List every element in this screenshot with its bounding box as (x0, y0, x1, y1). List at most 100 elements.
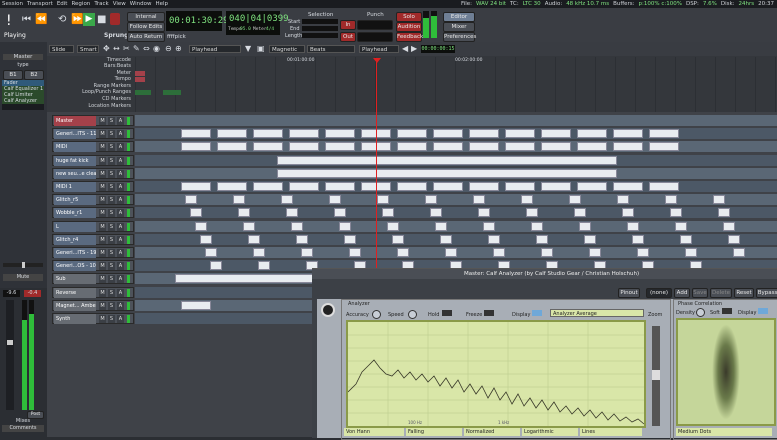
region[interactable] (339, 221, 351, 231)
power-knob[interactable] (321, 303, 335, 317)
loop-range[interactable] (135, 90, 151, 95)
menu-window[interactable]: Window (130, 0, 152, 8)
region[interactable] (541, 142, 571, 152)
track-lane[interactable] (135, 247, 777, 258)
track-name[interactable]: Master (54, 116, 96, 126)
menu-session[interactable]: Session (2, 0, 23, 8)
track-header[interactable]: Glitch_r5 M S A (52, 194, 134, 206)
region[interactable] (334, 208, 346, 218)
phase-mode-select[interactable]: Medium Dots (676, 428, 772, 436)
automation-track-button[interactable]: A (117, 235, 124, 244)
comments-button[interactable]: Comments (2, 425, 44, 432)
region[interactable] (541, 129, 571, 139)
region[interactable] (649, 129, 679, 139)
track-header[interactable]: MIDI 1MSA (52, 181, 134, 192)
region[interactable] (253, 248, 265, 257)
region[interactable] (680, 234, 692, 244)
region[interactable] (289, 142, 319, 152)
track-lane[interactable] (135, 154, 777, 166)
display-toggle[interactable] (532, 310, 542, 316)
region[interactable] (574, 208, 586, 218)
track-name[interactable]: L (54, 221, 96, 232)
region[interactable] (217, 129, 247, 139)
track-name[interactable]: new seu...e clean (54, 168, 96, 179)
region[interactable] (195, 221, 207, 231)
solo-track-button[interactable]: S (108, 156, 115, 165)
region[interactable] (253, 182, 283, 191)
solo-track-button[interactable]: S (108, 315, 115, 323)
add-preset-button[interactable]: Add (674, 288, 690, 298)
track-header[interactable]: Master M S A (52, 115, 134, 126)
reset-button[interactable]: Reset (734, 288, 754, 298)
menu-region[interactable]: Region (71, 0, 90, 8)
solo-track-button[interactable]: S (108, 222, 115, 231)
accuracy-knob[interactable] (372, 310, 381, 319)
mute-track-button[interactable]: M (99, 235, 106, 244)
editor-button[interactable]: Editor (443, 12, 475, 22)
track-header[interactable]: Generi...OS - 10 M S A (52, 260, 134, 272)
region[interactable] (469, 142, 499, 152)
region[interactable] (377, 195, 389, 205)
phase-display[interactable] (676, 318, 776, 426)
mute-track-button[interactable]: M (99, 315, 106, 323)
mute-track-button[interactable]: M (99, 143, 106, 152)
follow-edits-button[interactable]: Follow Edits (127, 22, 165, 32)
region[interactable] (248, 234, 260, 244)
automation-track-button[interactable]: A (117, 117, 124, 125)
input-b2-button[interactable]: B2 (24, 70, 44, 80)
track-name[interactable]: Generi...ITS - 11 (54, 129, 96, 140)
track-lane[interactable] (135, 181, 777, 192)
mute-track-button[interactable]: M (99, 209, 106, 218)
region[interactable] (733, 248, 745, 257)
track-header[interactable]: new seu...e clean M S A (52, 167, 134, 179)
automation-track-button[interactable]: A (117, 315, 124, 323)
solo-track-button[interactable]: S (108, 262, 115, 271)
track-name[interactable]: Reverse (54, 287, 96, 298)
auto-return-button[interactable]: Auto Return (127, 32, 165, 42)
region[interactable] (613, 129, 643, 139)
region[interactable] (473, 195, 485, 205)
edit-point-select[interactable]: Playhead (359, 45, 399, 53)
track-header[interactable]: LMSA (52, 220, 134, 232)
track-name[interactable]: MIDI (54, 142, 96, 153)
region[interactable] (325, 129, 355, 139)
automation-track-button[interactable]: A (117, 143, 124, 152)
region[interactable] (397, 248, 409, 257)
region[interactable] (675, 221, 687, 231)
region[interactable] (665, 195, 677, 205)
track-header[interactable]: huge fat kick M S A (52, 154, 134, 166)
region[interactable] (277, 168, 617, 178)
region[interactable] (579, 221, 591, 231)
solo-track-button[interactable]: S (108, 130, 115, 139)
region[interactable] (200, 234, 212, 244)
region[interactable] (488, 234, 500, 244)
ruler-bars-beats[interactable]: Bars:Beats (47, 63, 131, 70)
ruler-timeline[interactable] (135, 57, 777, 112)
region[interactable] (469, 182, 499, 191)
region[interactable] (253, 129, 283, 139)
automation-track-button[interactable]: A (117, 249, 124, 257)
region[interactable] (258, 261, 270, 271)
region[interactable] (397, 129, 427, 139)
solo-track-button[interactable]: S (108, 288, 115, 297)
selection-start-field[interactable] (302, 19, 338, 24)
region[interactable] (382, 208, 394, 218)
region[interactable] (217, 142, 247, 152)
menu-track[interactable]: Track (94, 0, 108, 8)
region[interactable] (253, 142, 283, 152)
track-header[interactable]: Sub M S A (52, 273, 134, 285)
track-header[interactable]: Reverse M S A (52, 286, 134, 298)
region[interactable] (243, 221, 255, 231)
track-name[interactable]: Magnet... Amber (54, 300, 96, 311)
automation-track-button[interactable]: A (117, 288, 124, 297)
region[interactable] (478, 208, 490, 218)
region[interactable] (291, 221, 303, 231)
master-fader[interactable] (6, 300, 14, 410)
region[interactable] (325, 142, 355, 152)
solo-track-button[interactable]: S (108, 117, 115, 125)
input-b1-button[interactable]: B1 (3, 70, 23, 80)
track-name[interactable]: Synth (54, 314, 96, 324)
internal-button[interactable]: Internal (127, 12, 165, 22)
solo-track-button[interactable]: S (108, 209, 115, 218)
primary-clock[interactable]: 00:01:30:29 (166, 11, 229, 31)
